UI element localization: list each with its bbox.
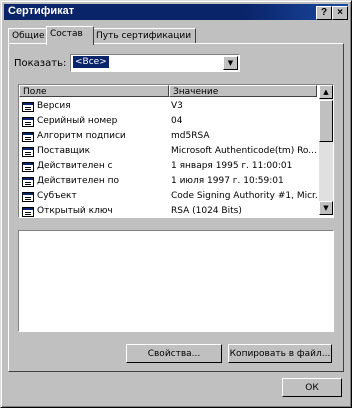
tab-panel xyxy=(8,43,344,372)
title-bar[interactable]: Сертификат ? × xyxy=(4,4,348,20)
tab-certification-path[interactable]: Путь сертификации xyxy=(92,28,196,44)
close-button[interactable]: × xyxy=(332,6,348,20)
tab-details[interactable]: Состав xyxy=(46,26,94,45)
help-icon: ? xyxy=(320,7,328,18)
ok-button[interactable]: ОК xyxy=(282,378,342,397)
help-button[interactable]: ? xyxy=(316,6,332,20)
window-title: Сертификат xyxy=(8,5,75,17)
close-icon: × xyxy=(337,7,343,18)
tab-general[interactable]: Общие xyxy=(8,28,48,44)
